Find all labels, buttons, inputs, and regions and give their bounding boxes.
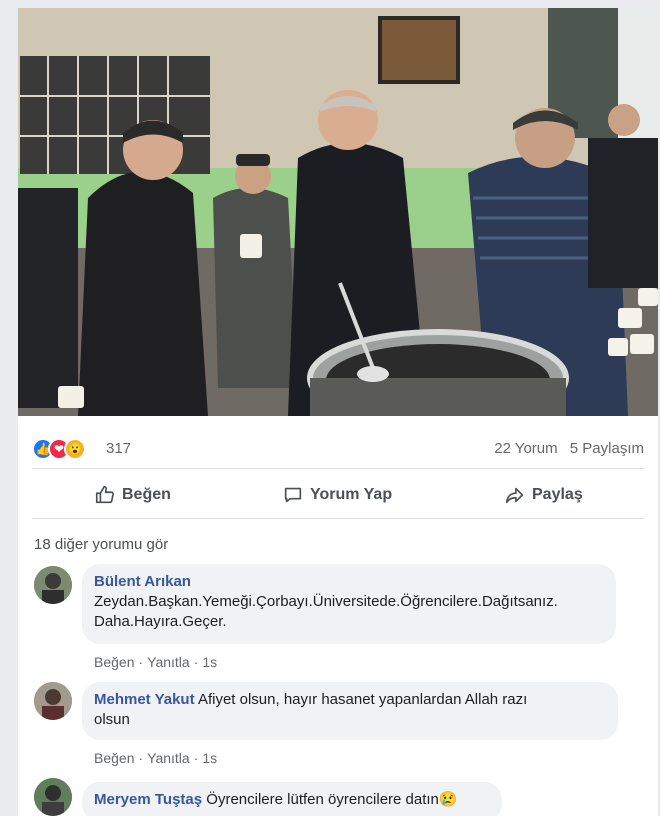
avatar[interactable] bbox=[34, 566, 72, 604]
comment-author[interactable]: Mehmet Yakut bbox=[94, 691, 195, 708]
avatar[interactable] bbox=[34, 778, 72, 816]
facebook-post-card: 👍 ❤ 😮 317 22 Yorum 5 Paylaşım Beğen Yoru… bbox=[18, 8, 658, 816]
comment-button-label: Yorum Yap bbox=[310, 486, 393, 503]
comment-reply-link[interactable]: Yanıtla bbox=[147, 750, 190, 766]
comment-text: Zeydan.Başkan.Yemeği.Çorbayı.Üniversited… bbox=[94, 593, 558, 610]
post-stats: 22 Yorum 5 Paylaşım bbox=[486, 440, 644, 457]
like-button[interactable]: Beğen bbox=[94, 484, 171, 506]
comment-bubble: Meryem Tuştaş Öyrencilere lütfen öyrenci… bbox=[82, 782, 502, 816]
wow-icon: 😮 bbox=[64, 438, 86, 460]
comment-author[interactable]: Meryem Tuştaş bbox=[94, 791, 202, 808]
comment-text: Öyrencilere lütfen öyrencilere datın😢 bbox=[206, 791, 458, 808]
share-button[interactable]: Paylaş bbox=[504, 484, 583, 506]
comment-like-link[interactable]: Beğen bbox=[94, 750, 134, 766]
comment-like-link[interactable]: Beğen bbox=[94, 654, 134, 670]
comment-bubble: Mehmet Yakut Afiyet olsun, hayır hasanet… bbox=[82, 682, 618, 740]
share-count-link[interactable]: 5 Paylaşım bbox=[570, 440, 644, 457]
comment-count-link[interactable]: 22 Yorum bbox=[494, 440, 557, 457]
view-more-comments-link[interactable]: 18 diğer yorumu gör bbox=[34, 536, 168, 553]
post-actions: Beğen Yorum Yap Paylaş bbox=[18, 472, 658, 524]
comment-text: Afiyet olsun, hayır hasanet yapanlardan … bbox=[197, 691, 528, 708]
post-photo[interactable] bbox=[18, 8, 658, 416]
comment-bubble: Bülent Arıkan Zeydan.Başkan.Yemeği.Çorba… bbox=[82, 564, 616, 644]
comment-time[interactable]: 1s bbox=[202, 750, 217, 766]
comment-meta: Beğen · Yanıtla · 1s bbox=[94, 750, 218, 766]
comment-reply-link[interactable]: Yanıtla bbox=[147, 654, 190, 670]
like-button-label: Beğen bbox=[122, 486, 171, 503]
thumbs-up-icon bbox=[95, 485, 114, 504]
comment-meta: Beğen · Yanıtla · 1s bbox=[94, 654, 218, 670]
avatar[interactable] bbox=[34, 682, 72, 720]
divider bbox=[32, 518, 644, 519]
share-button-label: Paylaş bbox=[532, 486, 583, 503]
comment-text: olsun bbox=[94, 711, 130, 728]
reaction-count[interactable]: 317 bbox=[106, 440, 131, 457]
reactions-bar: 👍 ❤ 😮 317 22 Yorum 5 Paylaşım bbox=[18, 416, 658, 470]
comment-author[interactable]: Bülent Arıkan bbox=[94, 572, 604, 592]
share-arrow-icon bbox=[505, 487, 524, 504]
comment-line: Mehmet Yakut Afiyet olsun, hayır hasanet… bbox=[94, 690, 606, 710]
comment-button[interactable]: Yorum Yap bbox=[282, 484, 392, 506]
comment-icon bbox=[284, 487, 302, 503]
divider bbox=[32, 468, 644, 469]
comment-text: Daha.Hayıra.Geçer. bbox=[94, 613, 227, 630]
comment-time[interactable]: 1s bbox=[202, 654, 217, 670]
